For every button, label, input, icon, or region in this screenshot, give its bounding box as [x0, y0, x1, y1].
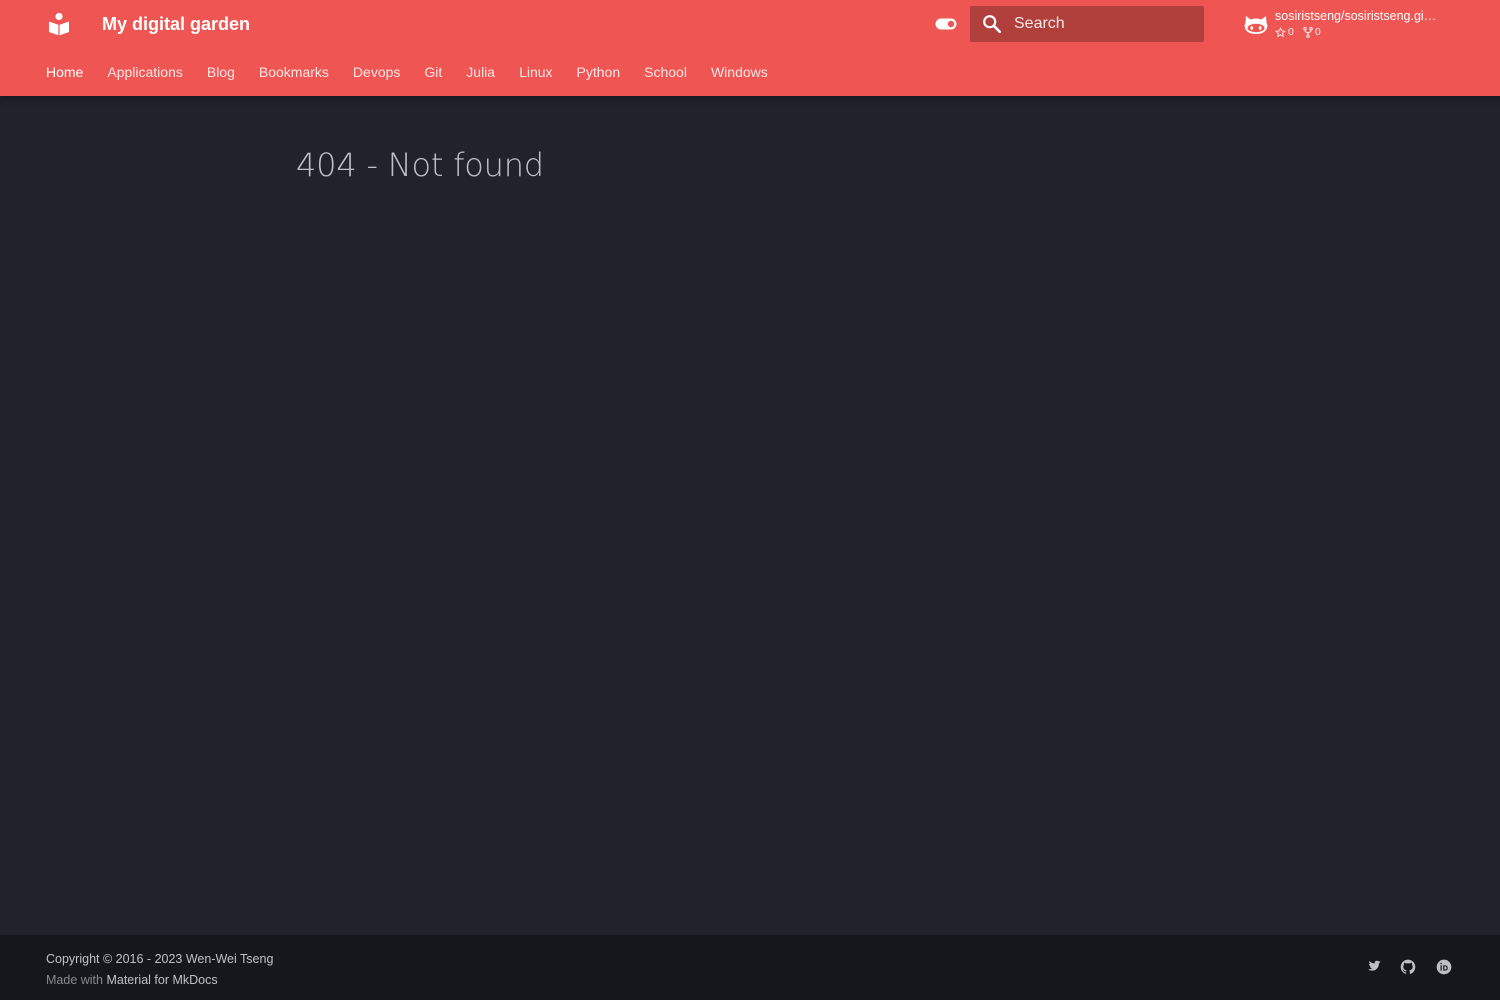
orcid-link[interactable]: [1434, 957, 1454, 977]
tab-julia[interactable]: Julia: [466, 48, 495, 96]
tab-school[interactable]: School: [644, 48, 687, 96]
repo-forks-count: 0: [1314, 26, 1321, 38]
search-icon: [983, 15, 1002, 34]
nav-tabs: Home Applications Blog Bookmarks Devops …: [46, 48, 768, 96]
page-title: 404 - Not found: [296, 146, 544, 184]
github-link[interactable]: [1398, 957, 1418, 977]
repo-stars: 0: [1275, 25, 1294, 39]
repo-forks: 0: [1303, 25, 1321, 39]
tab-home[interactable]: Home: [46, 48, 83, 96]
star-icon: [1275, 26, 1286, 37]
twitter-link[interactable]: [1362, 957, 1382, 977]
repo-stars-count: 0: [1288, 26, 1294, 38]
copyright-text: Copyright © 2016 - 2023 Wen-Wei Tseng: [46, 952, 274, 966]
made-with-text: Made with Material for MkDocs: [46, 970, 273, 991]
tab-applications[interactable]: Applications: [107, 48, 183, 96]
site-title: My digital garden: [102, 14, 251, 34]
material-mkdocs-link[interactable]: Material for MkDocs: [106, 973, 217, 987]
site-header: My digital garden sosiristseng/sosirists…: [0, 0, 1500, 96]
made-with-prefix: Made with: [46, 973, 103, 987]
orcid-icon: [1436, 959, 1452, 975]
tab-windows[interactable]: Windows: [711, 48, 768, 96]
repo-name: sosiristseng/sosiristseng.gi…: [1275, 9, 1437, 23]
site-footer: Copyright © 2016 - 2023 Wen-Wei Tseng Ma…: [0, 935, 1500, 1000]
toggle-switch-icon: [935, 18, 957, 30]
tab-python[interactable]: Python: [577, 48, 621, 96]
palette-toggle-button[interactable]: [933, 13, 959, 35]
site-logo[interactable]: [46, 10, 72, 38]
search-input[interactable]: [1014, 6, 1198, 42]
twitter-icon: [1367, 960, 1381, 971]
github-octocat-icon: [1244, 16, 1268, 34]
tab-devops[interactable]: Devops: [353, 48, 400, 96]
book-reader-icon: [49, 12, 69, 36]
repo-link[interactable]: sosiristseng/sosiristseng.gi… 0 0: [1241, 7, 1456, 41]
github-icon: [1400, 959, 1416, 974]
tab-git[interactable]: Git: [424, 48, 442, 96]
search-box[interactable]: [970, 6, 1204, 42]
fork-icon: [1303, 26, 1313, 38]
copyright-block: Copyright © 2016 - 2023 Wen-Wei Tseng Ma…: [46, 949, 273, 991]
tab-blog[interactable]: Blog: [207, 48, 235, 96]
social-links: [1362, 957, 1454, 977]
tab-bookmarks[interactable]: Bookmarks: [259, 48, 329, 96]
tab-linux[interactable]: Linux: [519, 48, 552, 96]
repo-facts: 0 0: [1275, 25, 1321, 39]
